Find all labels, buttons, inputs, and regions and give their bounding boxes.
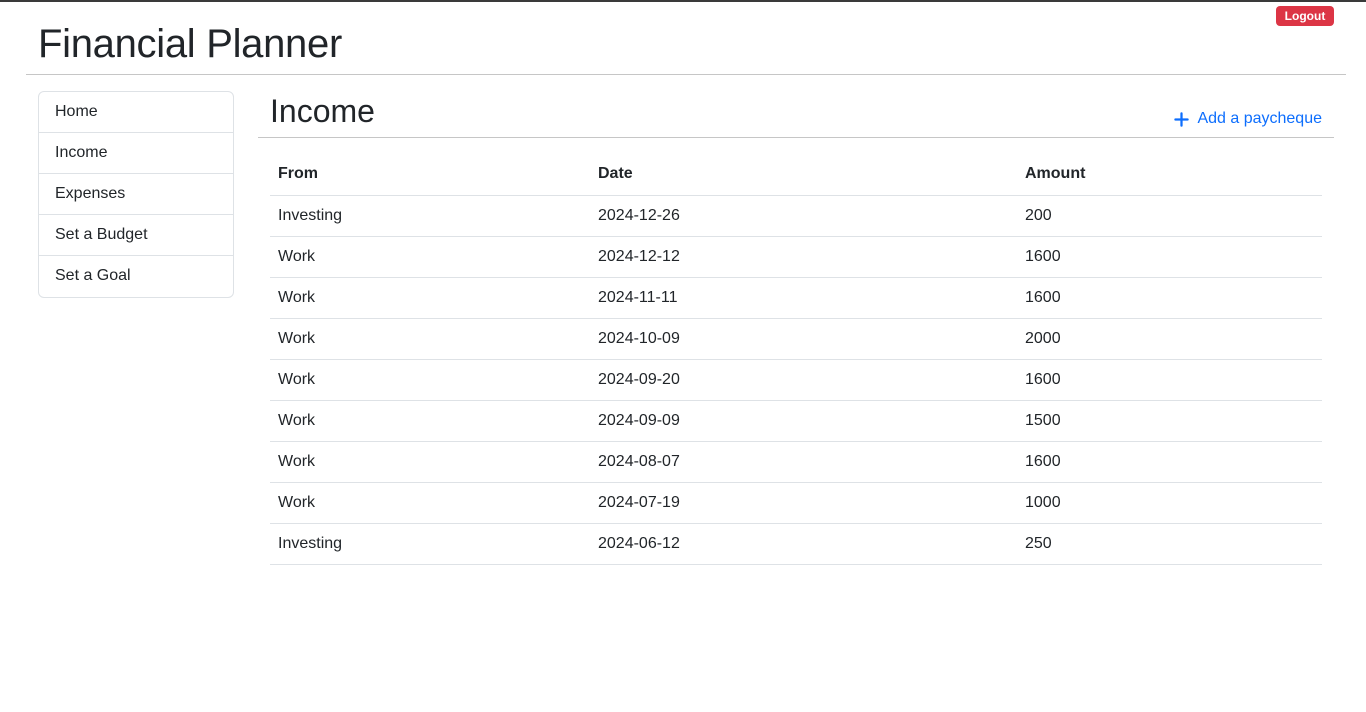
- table-row: Work 2024-10-09 2000: [270, 318, 1322, 360]
- header-divider: [26, 74, 1346, 75]
- cell-date: 2024-11-11: [590, 277, 1017, 319]
- plus-icon: [1174, 111, 1190, 127]
- page-title: Income: [270, 93, 375, 129]
- cell-amount: 1600: [1017, 359, 1322, 401]
- cell-amount: 1500: [1017, 400, 1322, 442]
- sidebar-item-set-goal[interactable]: Set a Goal: [39, 256, 233, 297]
- table-row: Work 2024-11-11 1600: [270, 277, 1322, 319]
- table-row: Work 2024-12-12 1600: [270, 236, 1322, 278]
- column-header-from: From: [270, 154, 590, 196]
- add-paycheque-link[interactable]: Add a paycheque: [1174, 108, 1322, 130]
- cell-amount: 200: [1017, 195, 1322, 237]
- cell-date: 2024-09-09: [590, 400, 1017, 442]
- table-row: Work 2024-09-09 1500: [270, 400, 1322, 442]
- cell-date: 2024-07-19: [590, 482, 1017, 524]
- cell-from: Work: [270, 277, 590, 319]
- cell-amount: 250: [1017, 523, 1322, 565]
- sidebar-nav: Home Income Expenses Set a Budget Set a …: [38, 91, 234, 298]
- cell-amount: 1600: [1017, 277, 1322, 319]
- cell-from: Investing: [270, 195, 590, 237]
- table-row: Work 2024-08-07 1600: [270, 441, 1322, 483]
- table-row: Investing 2024-12-26 200: [270, 195, 1322, 237]
- column-header-date: Date: [590, 154, 1017, 196]
- cell-from: Work: [270, 441, 590, 483]
- cell-date: 2024-06-12: [590, 523, 1017, 565]
- cell-from: Work: [270, 400, 590, 442]
- cell-date: 2024-09-20: [590, 359, 1017, 401]
- title-divider: [258, 137, 1334, 138]
- top-border: [0, 0, 1366, 2]
- table-header-row: From Date Amount: [270, 154, 1322, 196]
- cell-date: 2024-12-12: [590, 236, 1017, 278]
- cell-date: 2024-12-26: [590, 195, 1017, 237]
- table-row: Investing 2024-06-12 250: [270, 523, 1322, 565]
- cell-date: 2024-10-09: [590, 318, 1017, 360]
- cell-amount: 1600: [1017, 236, 1322, 278]
- sidebar-item-home[interactable]: Home: [39, 92, 233, 133]
- cell-amount: 1000: [1017, 482, 1322, 524]
- sidebar-item-set-budget[interactable]: Set a Budget: [39, 215, 233, 256]
- sidebar-item-expenses[interactable]: Expenses: [39, 174, 233, 215]
- cell-amount: 2000: [1017, 318, 1322, 360]
- cell-from: Investing: [270, 523, 590, 565]
- logout-button[interactable]: Logout: [1276, 6, 1334, 26]
- column-header-amount: Amount: [1017, 154, 1322, 196]
- cell-from: Work: [270, 236, 590, 278]
- cell-from: Work: [270, 359, 590, 401]
- add-paycheque-label: Add a paycheque: [1197, 110, 1322, 127]
- cell-amount: 1600: [1017, 441, 1322, 483]
- table-row: Work 2024-07-19 1000: [270, 482, 1322, 524]
- table-row: Work 2024-09-20 1600: [270, 359, 1322, 401]
- income-table: From Date Amount Investing 2024-12-26 20…: [270, 154, 1322, 565]
- app-title: Financial Planner: [38, 22, 342, 66]
- cell-from: Work: [270, 318, 590, 360]
- cell-from: Work: [270, 482, 590, 524]
- sidebar-item-income[interactable]: Income: [39, 133, 233, 174]
- cell-date: 2024-08-07: [590, 441, 1017, 483]
